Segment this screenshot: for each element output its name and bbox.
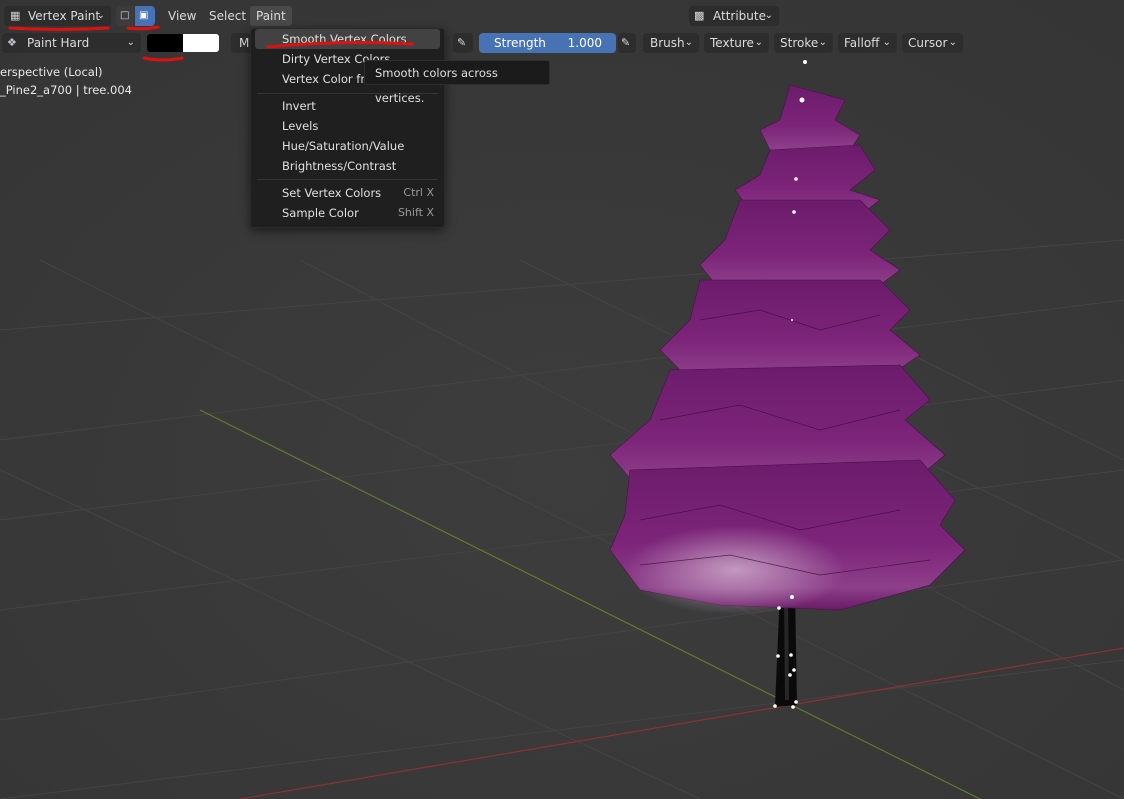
strength-value: 1.000 bbox=[567, 36, 602, 50]
menu-item-label: Hue/Saturation/Value bbox=[282, 139, 405, 153]
brush-dropdown-label: Brush bbox=[650, 36, 685, 50]
vertex-mask-icon: ▣ bbox=[139, 10, 149, 21]
stroke-dropdown-label: Stroke bbox=[780, 36, 819, 50]
menu-item-label: Vertex Color fro bbox=[282, 72, 372, 86]
menu-item-shortcut: Ctrl X bbox=[403, 186, 434, 199]
menu-item-shortcut: Shift X bbox=[397, 206, 434, 219]
pen-pressure-icon: ✎ bbox=[621, 36, 631, 49]
view-name: erspective (Local) bbox=[0, 65, 103, 79]
paint-menu: Smooth Vertex Colors Dirty Vertex Colors… bbox=[250, 28, 445, 228]
menu-item-label: Set Vertex Colors bbox=[282, 186, 382, 200]
face-mask-icon: □ bbox=[120, 10, 130, 21]
menu-view[interactable]: View bbox=[162, 6, 202, 26]
header-bar: ▦ Vertex Paint ⌄ □ ▣ View Select Paint ▩… bbox=[0, 4, 1124, 28]
vertex-paint-icon: ▦ bbox=[10, 9, 21, 22]
attribute-dropdown[interactable]: ▩ Attribute ⌄ bbox=[689, 6, 779, 26]
menu-select[interactable]: Select bbox=[203, 6, 252, 26]
menu-item-levels[interactable]: Levels bbox=[255, 116, 440, 136]
chevron-down-icon: ⌄ bbox=[684, 37, 693, 48]
pressure-toggle-strength[interactable]: ✎ bbox=[618, 33, 636, 53]
menu-item-label: Invert bbox=[282, 99, 316, 113]
mask-face-toggle[interactable]: □ bbox=[116, 6, 134, 26]
menu-item-label: Smooth Vertex Colors bbox=[282, 32, 407, 46]
menu-tooltip: Smooth colors across vertices. bbox=[364, 60, 550, 105]
brush-icon: ❖ bbox=[7, 36, 17, 49]
texture-dropdown-label: Texture bbox=[710, 36, 754, 50]
texture-dropdown[interactable]: Texture ⌄ bbox=[704, 33, 769, 53]
object-path: _Pine2_a700 | tree.004 bbox=[0, 83, 132, 97]
menu-item-label: Levels bbox=[282, 119, 319, 133]
falloff-dropdown-label: Falloff bbox=[844, 36, 880, 50]
mask-vertex-toggle[interactable]: ▣ bbox=[135, 6, 155, 26]
secondary-color-swatch[interactable] bbox=[183, 34, 219, 52]
tool-settings-bar: ❖ Paint Hard ⌄ M ✎ Strength 1.000 ✎ Brus… bbox=[0, 31, 1124, 55]
cursor-dropdown[interactable]: Cursor ⌄ bbox=[902, 33, 963, 53]
chevron-down-icon: ⌄ bbox=[754, 37, 763, 48]
mode-selector[interactable]: ▦ Vertex Paint ⌄ bbox=[4, 6, 111, 26]
strength-label: Strength bbox=[494, 36, 546, 50]
attribute-icon: ▩ bbox=[694, 9, 705, 22]
mode-label: Vertex Paint bbox=[28, 9, 101, 23]
chevron-down-icon: ⌄ bbox=[126, 37, 135, 48]
menu-item-label: Brightness/Contrast bbox=[282, 159, 397, 173]
menu-item-set-vertex-colors[interactable]: Set Vertex Colors Ctrl X bbox=[255, 183, 440, 203]
menu-item-smooth-vertex-colors[interactable]: Smooth Vertex Colors bbox=[255, 29, 440, 49]
menu-separator bbox=[257, 179, 438, 180]
pen-pressure-icon: ✎ bbox=[457, 36, 467, 49]
brush-selector[interactable]: ❖ Paint Hard ⌄ bbox=[2, 33, 141, 53]
stroke-dropdown[interactable]: Stroke ⌄ bbox=[774, 33, 833, 53]
chevron-down-icon: ⌄ bbox=[764, 10, 773, 21]
pressure-toggle-radius[interactable]: ✎ bbox=[453, 33, 473, 53]
menu-item-sample-color[interactable]: Sample Color Shift X bbox=[255, 203, 440, 223]
chevron-down-icon: ⌄ bbox=[818, 37, 827, 48]
strength-slider[interactable]: Strength 1.000 bbox=[479, 33, 616, 53]
blend-mode-label: M bbox=[239, 36, 250, 50]
falloff-dropdown[interactable]: Falloff ⌄ bbox=[838, 33, 897, 53]
viewport-grid bbox=[0, 0, 1124, 799]
menu-item-brightness-contrast[interactable]: Brightness/Contrast bbox=[255, 156, 440, 176]
attribute-label: Attribute bbox=[713, 9, 766, 23]
primary-color-swatch[interactable] bbox=[147, 34, 183, 52]
brush-name: Paint Hard bbox=[27, 36, 90, 50]
chevron-down-icon: ⌄ bbox=[882, 37, 891, 48]
brush-dropdown[interactable]: Brush ⌄ bbox=[643, 33, 699, 53]
3d-viewport[interactable]: erspective (Local) _Pine2_a700 | tree.00… bbox=[0, 0, 1124, 799]
menu-item-label: Sample Color bbox=[282, 206, 359, 220]
menu-item-hue-saturation-value[interactable]: Hue/Saturation/Value bbox=[255, 136, 440, 156]
chevron-down-icon: ⌄ bbox=[948, 37, 957, 48]
cursor-dropdown-label: Cursor bbox=[908, 36, 948, 50]
menu-paint[interactable]: Paint bbox=[250, 6, 292, 26]
chevron-down-icon: ⌄ bbox=[96, 10, 105, 21]
